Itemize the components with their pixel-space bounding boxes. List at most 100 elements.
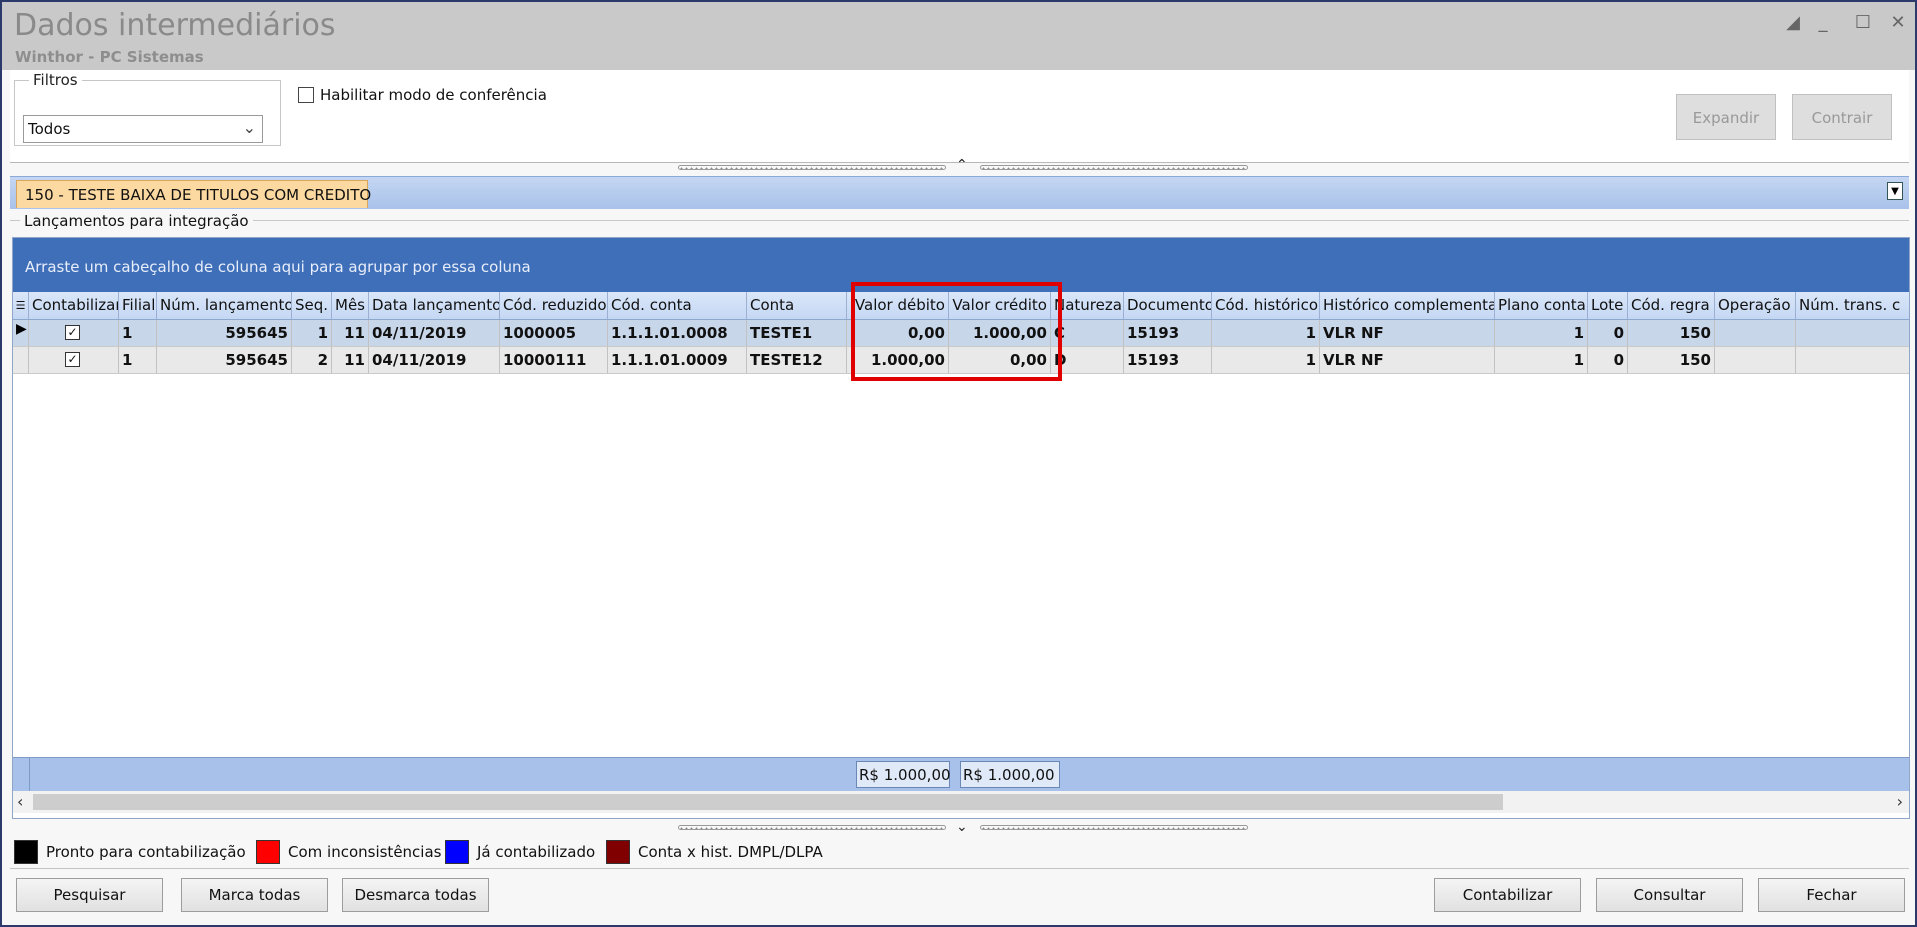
filter-select-value: Todos	[28, 120, 71, 138]
cell-mes: 11	[332, 320, 369, 346]
window-title: Dados intermediários	[14, 8, 336, 43]
splitter-grip-left	[678, 165, 946, 170]
col-num-trans[interactable]: Núm. trans. c	[1796, 292, 1909, 319]
legend-swatch-red	[256, 840, 280, 864]
col-filial[interactable]: Filial	[119, 292, 157, 319]
maximize-icon[interactable]: ☐	[1852, 12, 1874, 34]
cell-valor-credito: 1.000,00	[949, 320, 1051, 346]
cell-cod-regra: 150	[1628, 320, 1715, 346]
scroll-right-icon[interactable]: ›	[1897, 791, 1903, 813]
total-valor-credito: R$ 1.000,00	[960, 761, 1060, 788]
tab-rule-150[interactable]: 150 - TESTE BAIXA DE TITULOS COM CREDITO	[16, 180, 372, 208]
expand-button[interactable]: Expandir	[1676, 94, 1776, 140]
action-bar: Pesquisar Marca todas Desmarca todas Con…	[10, 868, 1909, 925]
cell-cod-regra: 150	[1628, 347, 1715, 373]
pesquisar-button[interactable]: Pesquisar	[16, 878, 163, 912]
cell-plano-conta: 1	[1495, 347, 1588, 373]
cell-num-trans	[1796, 347, 1909, 373]
consultar-button[interactable]: Consultar	[1596, 878, 1743, 912]
minimize-icon[interactable]: _	[1812, 12, 1834, 34]
conferencia-label: Habilitar modo de conferência	[320, 86, 547, 104]
contabilizar-checkbox[interactable]: ✓	[65, 325, 80, 340]
legend-swatch-black	[14, 840, 38, 864]
scroll-left-icon[interactable]: ‹	[17, 791, 23, 813]
cell-valor-debito: 1.000,00	[847, 347, 949, 373]
table-row[interactable]: ✓ 1 595645 2 11 04/11/2019 10000111 1.1.…	[13, 347, 1909, 374]
legend-ready-label: Pronto para contabilização	[46, 843, 246, 861]
marca-todas-button[interactable]: Marca todas	[181, 878, 328, 912]
column-chooser-icon[interactable]: ☰	[13, 292, 29, 319]
row-indicator	[13, 347, 29, 373]
cell-cod-historico: 1	[1212, 347, 1320, 373]
conferencia-checkbox[interactable]	[298, 87, 314, 103]
splitter-grip-left	[678, 825, 946, 830]
cell-contabilizar: ✓	[29, 320, 119, 346]
col-valor-credito[interactable]: Valor crédito	[949, 292, 1051, 319]
cell-filial: 1	[119, 347, 157, 373]
filter-select[interactable]: Todos ⌄	[23, 115, 263, 143]
row-pointer-icon: ▶	[16, 321, 27, 337]
tab-menu-icon[interactable]: ▼	[1887, 182, 1903, 200]
col-cod-reduzido[interactable]: Cód. reduzido	[500, 292, 608, 319]
horizontal-scrollbar[interactable]: ‹ ›	[13, 791, 1909, 813]
col-historico-complementar[interactable]: Histórico complementar	[1320, 292, 1495, 319]
cell-seq: 1	[292, 320, 332, 346]
top-splitter[interactable]: ⌃	[678, 157, 1248, 173]
collapse-button[interactable]: Contrair	[1792, 94, 1892, 140]
contabilizar-checkbox[interactable]: ✓	[65, 352, 80, 367]
tab-strip: 150 - TESTE BAIXA DE TITULOS COM CREDITO…	[10, 176, 1909, 209]
tab-label: 150 - TESTE BAIXA DE TITULOS COM CREDITO	[25, 186, 372, 204]
group-by-panel[interactable]: Arraste um cabeçalho de coluna aqui para…	[13, 238, 1909, 292]
col-natureza[interactable]: Natureza	[1051, 292, 1124, 319]
col-lote[interactable]: Lote	[1588, 292, 1628, 319]
col-operacao[interactable]: Operação	[1715, 292, 1796, 319]
total-valor-debito: R$ 1.000,00	[856, 761, 951, 788]
contabilizar-button[interactable]: Contabilizar	[1434, 878, 1581, 912]
col-contabilizar[interactable]: Contabilizar	[29, 292, 119, 319]
cell-contabilizar: ✓	[29, 347, 119, 373]
splitter-grip-right	[980, 165, 1248, 170]
chevron-down-icon[interactable]: ⌄	[956, 819, 968, 835]
col-data-lancamento[interactable]: Data lançamento	[369, 292, 500, 319]
cell-cod-reduzido: 10000111	[500, 347, 608, 373]
close-icon[interactable]: ✕	[1887, 12, 1909, 34]
cell-historico-complementar: VLR NF	[1320, 347, 1495, 373]
desmarca-todas-button[interactable]: Desmarca todas	[342, 878, 489, 912]
filters-legend: Filtros	[29, 71, 82, 89]
cell-valor-debito: 0,00	[847, 320, 949, 346]
cell-cod-conta: 1.1.1.01.0008	[608, 320, 747, 346]
cell-filial: 1	[119, 320, 157, 346]
cell-historico-complementar: VLR NF	[1320, 320, 1495, 346]
col-cod-historico[interactable]: Cód. histórico	[1212, 292, 1320, 319]
restore-icon[interactable]: ◢	[1782, 12, 1804, 34]
col-num-lancamento[interactable]: Núm. lançamento	[157, 292, 292, 319]
col-seq[interactable]: Seq.	[292, 292, 332, 319]
col-cod-conta[interactable]: Cód. conta	[608, 292, 747, 319]
cell-documento: 15193	[1124, 347, 1212, 373]
cell-operacao	[1715, 320, 1796, 346]
cell-cod-historico: 1	[1212, 320, 1320, 346]
col-cod-regra[interactable]: Cód. regra	[1628, 292, 1715, 319]
group-divider	[10, 220, 1909, 221]
cell-num-lancamento: 595645	[157, 320, 292, 346]
bottom-splitter[interactable]: ⌄	[678, 819, 1248, 835]
cell-conta: TESTE1	[747, 320, 847, 346]
legend-already-label: Já contabilizado	[477, 843, 596, 861]
chevron-up-icon[interactable]: ⌃	[956, 157, 968, 173]
col-mes[interactable]: Mês	[332, 292, 369, 319]
col-plano-conta[interactable]: Plano conta	[1495, 292, 1588, 319]
col-valor-debito[interactable]: Valor débito	[847, 292, 949, 319]
cell-operacao	[1715, 347, 1796, 373]
legend-swatch-maroon	[606, 840, 630, 864]
filter-panel: Filtros Todos ⌄ Habilitar modo de confer…	[10, 70, 1909, 163]
table-row[interactable]: ▶ ✓ 1 595645 1 11 04/11/2019 1000005 1.1…	[13, 320, 1909, 347]
col-documento[interactable]: Documento	[1124, 292, 1212, 319]
col-conta[interactable]: Conta	[747, 292, 847, 319]
cell-num-lancamento: 595645	[157, 347, 292, 373]
splitter-grip-right	[980, 825, 1248, 830]
cell-data: 04/11/2019	[369, 347, 500, 373]
fechar-button[interactable]: Fechar	[1758, 878, 1905, 912]
grid-footer: R$ 1.000,00 R$ 1.000,00	[13, 757, 1909, 791]
title-bar: Dados intermediários Winthor - PC Sistem…	[2, 2, 1915, 70]
scrollbar-thumb[interactable]	[33, 794, 1503, 810]
